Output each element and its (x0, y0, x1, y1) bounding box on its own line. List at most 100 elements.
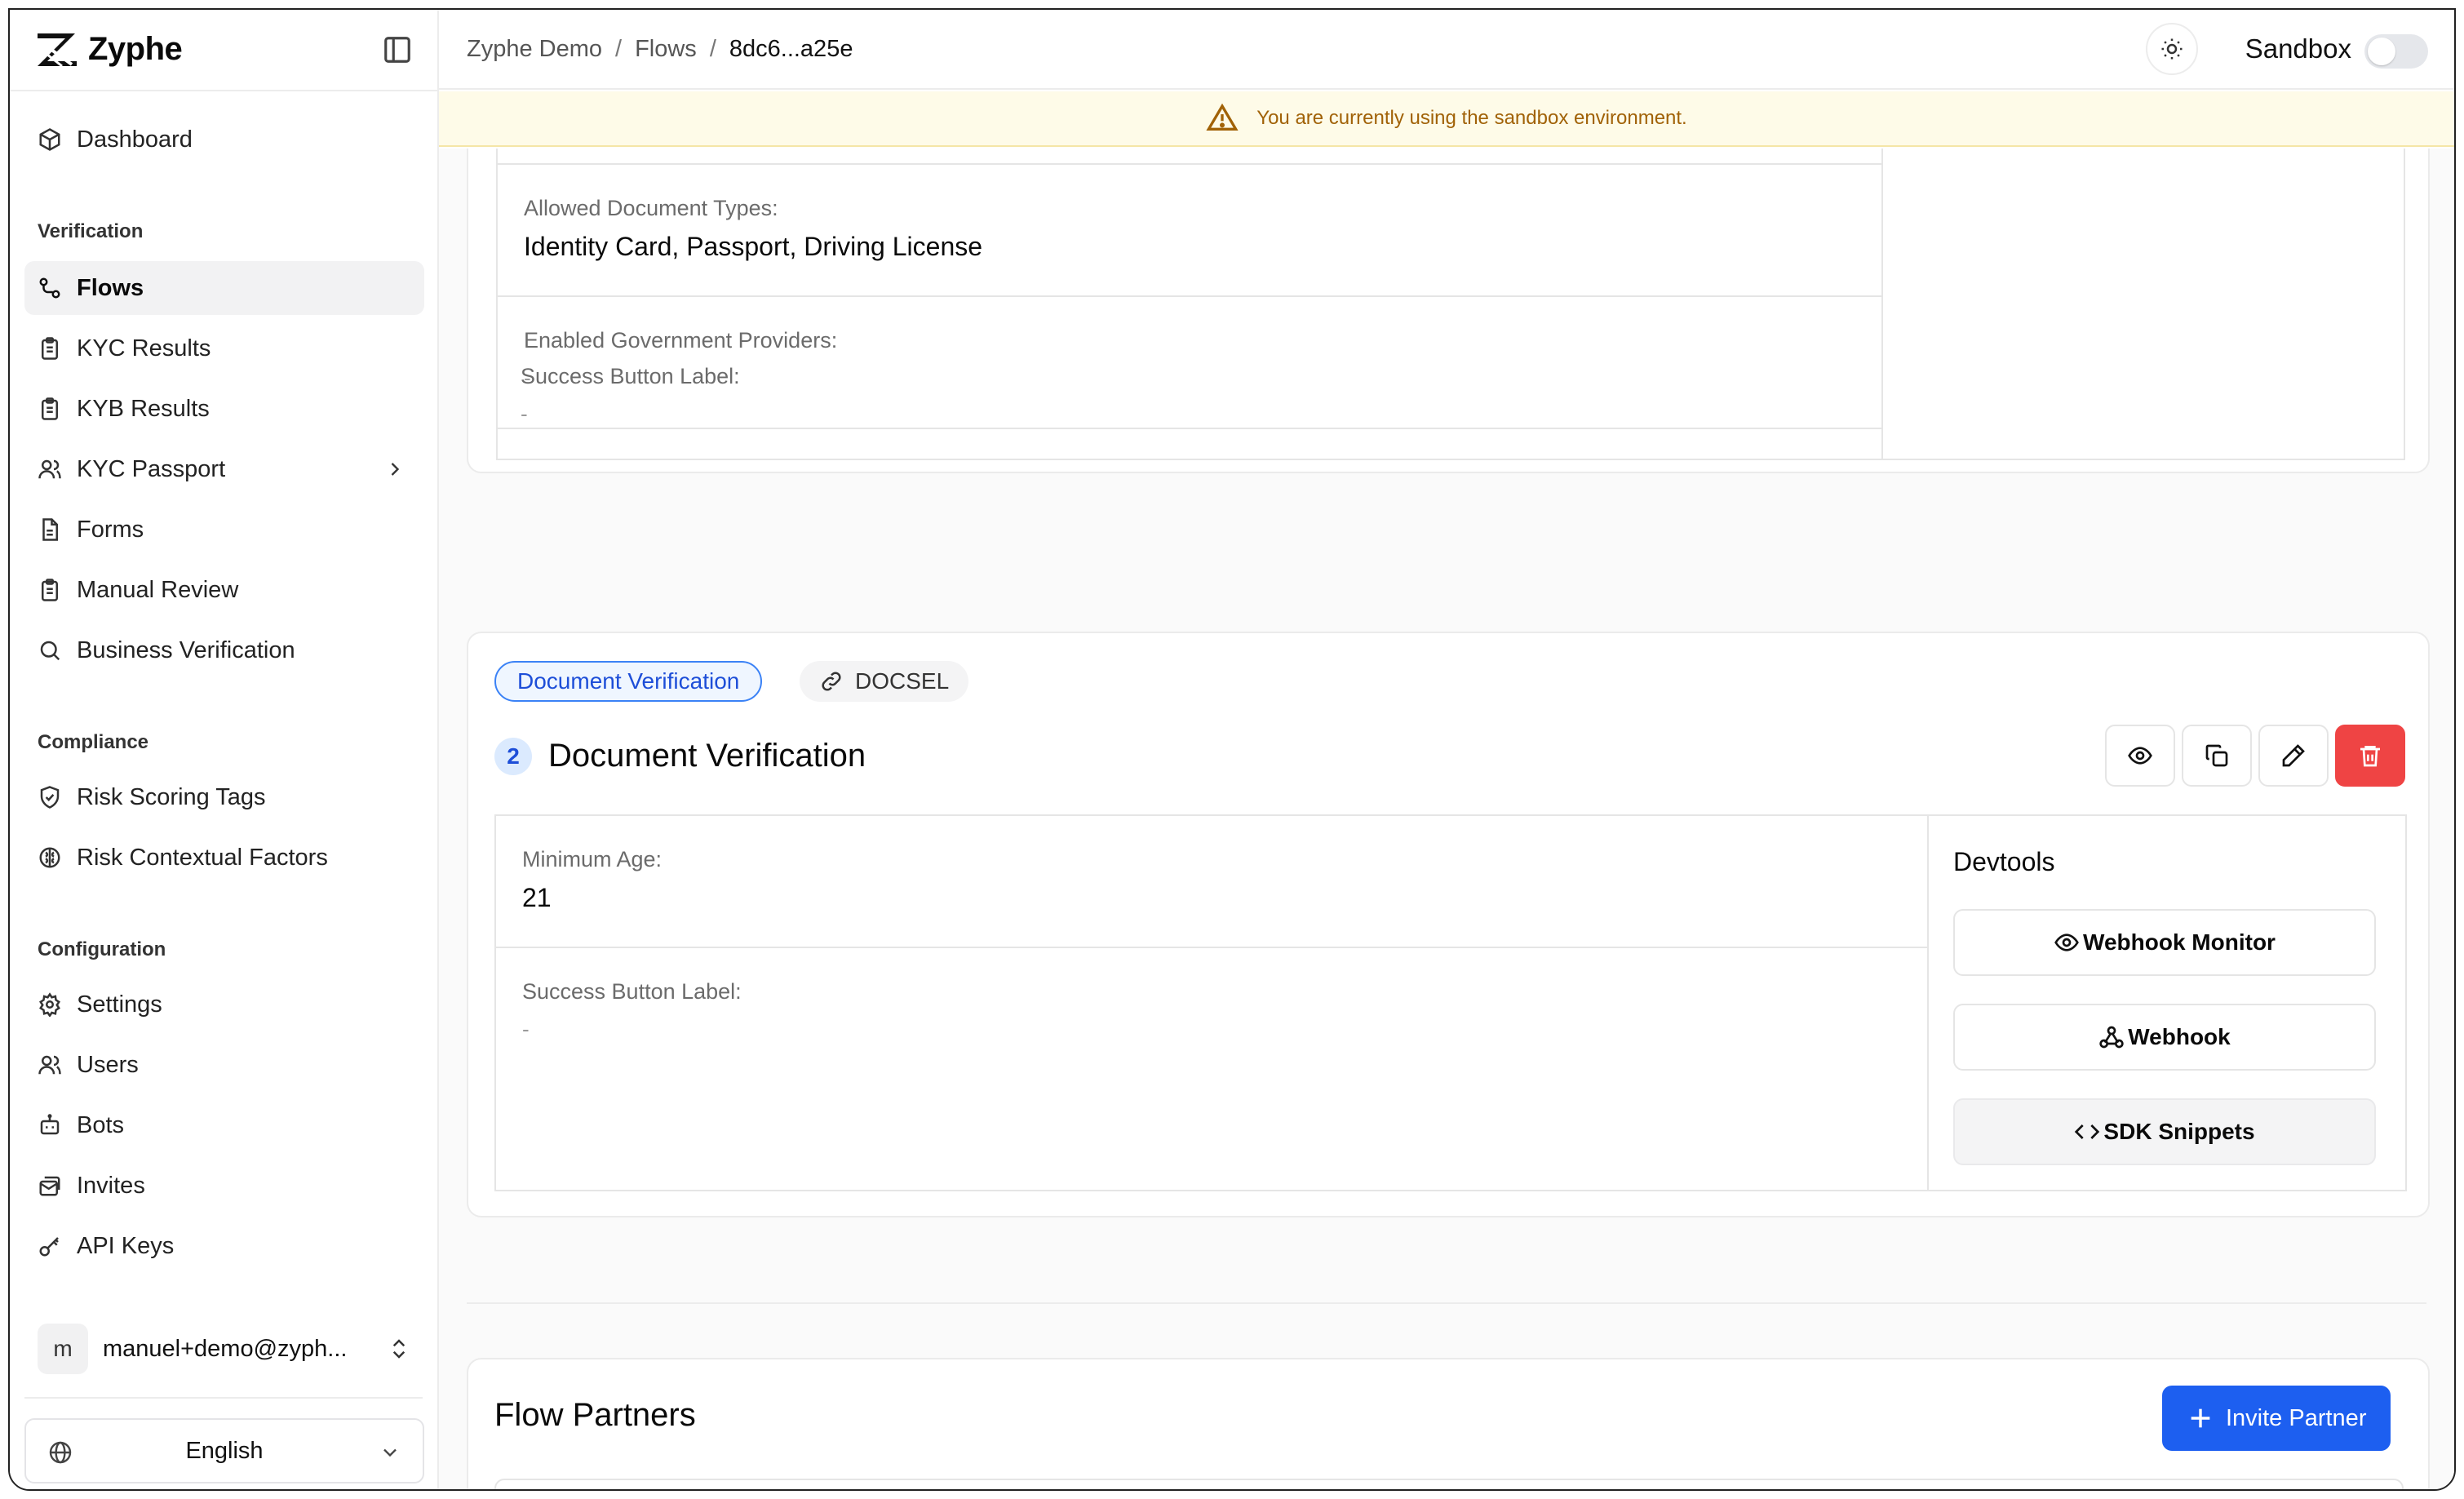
breadcrumb-current: 8dc6...a25e (729, 35, 853, 62)
field-row: Success Button Label: - (496, 948, 1927, 1190)
breadcrumb-separator: / (709, 35, 716, 62)
sidebar-item-business-verification[interactable]: Business Verification (24, 623, 424, 677)
warning-icon (1206, 103, 1239, 131)
sidebar-item-invites[interactable]: Invites (24, 1159, 424, 1213)
logo[interactable]: Zyphe (10, 10, 437, 88)
sdk-snippets-button[interactable]: SDK Snippets (1953, 1098, 2376, 1165)
sidebar-item-label: Forms (77, 516, 144, 543)
flow-step-card: Document Verification DOCSEL 2 Document … (467, 632, 2430, 1217)
users-icon (38, 1055, 61, 1075)
toggle-knob (2368, 38, 2395, 65)
step-code: DOCSEL (855, 668, 950, 694)
edit-step-button[interactable] (2258, 725, 2329, 787)
trash-icon (2360, 746, 2380, 767)
group-label-compliance: Compliance (38, 731, 149, 753)
flow-icon (39, 277, 60, 299)
sidebar-item-dashboard[interactable]: Dashboard (24, 113, 424, 166)
bot-icon (40, 1114, 60, 1135)
top-bar: Zyphe Demo / Flows / 8dc6...a25e Sandbox (439, 10, 2454, 90)
sidebar-item-api-keys[interactable]: API Keys (24, 1219, 424, 1273)
gear-icon (39, 992, 60, 1017)
theme-toggle-button[interactable] (2146, 23, 2198, 75)
field-row (498, 429, 1881, 462)
chevron-right-icon (391, 463, 400, 476)
breadcrumb-separator: / (615, 35, 623, 62)
chevron-down-icon (383, 1448, 397, 1457)
devtools-panel (1883, 149, 2405, 460)
breadcrumb: Zyphe Demo / Flows / 8dc6...a25e (467, 36, 853, 63)
field-label: Minimum Age: (522, 847, 663, 871)
flow-partners-card: Flow Partners Invite Partner (467, 1358, 2430, 1489)
users-icon (38, 459, 61, 479)
field-label: Success Button Label: (521, 364, 740, 388)
field-value: 21 (522, 883, 552, 912)
user-menu[interactable]: m manuel+demo@zyph... (38, 1322, 421, 1376)
sidebar-item-risk-contextual-factors[interactable]: Risk Contextual Factors (24, 831, 424, 885)
section-divider (467, 1302, 2426, 1304)
button-label: Webhook Monitor (2083, 929, 2276, 955)
step-number-badge: 2 (494, 738, 532, 775)
field-row: Minimum Age: 21 (496, 816, 1927, 948)
breadcrumb-item[interactable]: Zyphe Demo (467, 36, 602, 63)
brain-icon (39, 847, 60, 868)
sidebar-item-label: Bots (77, 1111, 125, 1138)
zyphe-logo-icon (38, 33, 77, 68)
sidebar-item-label: KYC Results (77, 335, 211, 361)
sidebar-item-flows[interactable]: Flows (24, 261, 424, 315)
sidebar-item-kyc-results[interactable]: KYC Results (24, 322, 424, 375)
sidebar-item-bots[interactable]: Bots (24, 1098, 424, 1152)
field-label: Enabled Government Providers: (524, 328, 838, 353)
globe-icon (49, 1441, 72, 1464)
shield-check-icon (40, 786, 60, 809)
plus-icon (2191, 1408, 2210, 1428)
clipboard-icon (42, 397, 58, 420)
webhook-monitor-button[interactable]: Webhook Monitor (1953, 909, 2376, 976)
breadcrumb-item[interactable]: Flows (635, 36, 697, 63)
sidebar-item-risk-scoring-tags[interactable]: Risk Scoring Tags (24, 770, 424, 824)
main-content: Allowed Document Types: Identity Card, P… (439, 149, 2454, 1489)
delete-step-button[interactable] (2335, 725, 2405, 787)
sidebar-item-label: Risk Scoring Tags (77, 783, 266, 810)
section-title: Flow Partners (494, 1397, 696, 1433)
webhook-button[interactable]: Webhook (1953, 1004, 2376, 1071)
sidebar-item-label: Users (77, 1051, 139, 1078)
field-row (498, 149, 1881, 165)
button-label: Webhook (2128, 1024, 2231, 1049)
duplicate-step-button[interactable] (2182, 725, 2252, 787)
copy-icon (2205, 744, 2228, 767)
sandbox-toggle[interactable] (2364, 34, 2428, 69)
devtools-panel: Devtools Webhook Monitor Webhook SDK Sni… (1927, 814, 2407, 1191)
field-label: Allowed Document Types: (524, 196, 778, 220)
sidebar-item-label: Risk Contextual Factors (77, 844, 328, 871)
sidebar-item-settings[interactable]: Settings (24, 978, 424, 1031)
sidebar-divider (10, 90, 437, 91)
sidebar-item-users[interactable]: Users (24, 1038, 424, 1092)
avatar: m (38, 1324, 88, 1374)
step-code-tag[interactable]: DOCSEL (800, 661, 969, 702)
field-row: Allowed Document Types: Identity Card, P… (498, 165, 1881, 297)
sidebar-item-label: Dashboard (77, 126, 193, 153)
sidebar-item-kyc-passport[interactable]: KYC Passport (24, 442, 424, 496)
sidebar-item-forms[interactable]: Forms (24, 503, 424, 557)
sandbox-banner: You are currently using the sandbox envi… (439, 91, 2454, 147)
button-label: Invite Partner (2226, 1404, 2367, 1431)
mail-stack-icon (39, 1176, 60, 1196)
field-value: - (521, 401, 528, 426)
sidebar-item-manual-review[interactable]: Manual Review (24, 563, 424, 617)
sidebar-item-kyb-results[interactable]: KYB Results (24, 382, 424, 436)
banner-text: You are currently using the sandbox envi… (1256, 107, 1687, 129)
sidebar-item-label: Invites (77, 1172, 145, 1199)
step-fields: Minimum Age: 21 Success Button Label: - (494, 814, 1929, 1191)
field-value: - (522, 1017, 530, 1041)
app-name: Zyphe (88, 30, 183, 67)
step-type-tag: Document Verification (494, 661, 763, 702)
flow-step-card: Allowed Document Types: Identity Card, P… (467, 149, 2430, 473)
sidebar-toggle-icon[interactable] (382, 34, 413, 65)
eye-icon (2054, 934, 2079, 951)
clipboard-icon (42, 337, 58, 360)
view-step-button[interactable] (2105, 725, 2175, 787)
sidebar-divider (24, 1397, 423, 1399)
language-select[interactable]: English (24, 1418, 424, 1483)
invite-partner-button[interactable]: Invite Partner (2162, 1386, 2391, 1451)
devtools-title: Devtools (1953, 847, 2055, 876)
